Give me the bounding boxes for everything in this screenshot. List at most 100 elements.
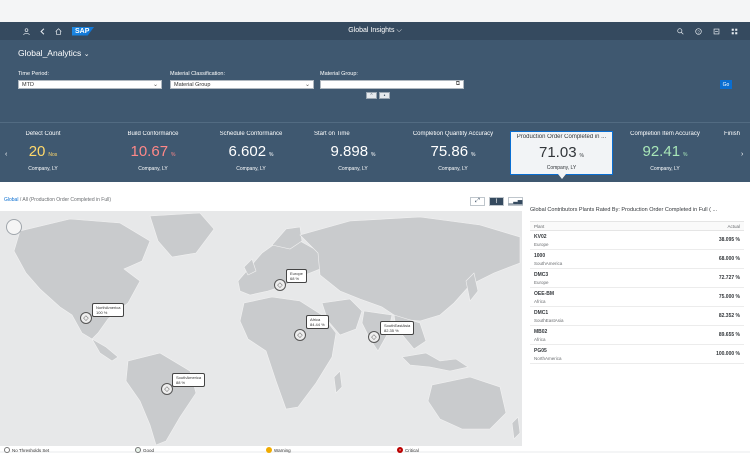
app-title-text: Global_Analytics bbox=[18, 48, 82, 58]
kpi-unit: Nos bbox=[48, 152, 58, 158]
kpi-tile-completion-quantity-accuracy[interactable]: Completion Quantity Accuracy 75.86% Comp… bbox=[408, 131, 498, 179]
kpi-number: 10.67 bbox=[130, 143, 169, 160]
plant-actual: 75.000 % bbox=[718, 294, 740, 300]
plant-region: SouthEastAsia bbox=[534, 317, 564, 323]
app-title[interactable]: Global_Analytics ⌄ bbox=[18, 48, 90, 58]
kpi-unit: % bbox=[471, 152, 476, 158]
map-marker-africa[interactable]: ◇ bbox=[294, 329, 306, 341]
kpi-tile-completion-item-accuracy[interactable]: Completion Item Accuracy 92.41% Company,… bbox=[624, 131, 706, 179]
table-row[interactable]: MB02 Africa 89.655 % bbox=[530, 326, 744, 345]
shell-bar: SAP Global Insights ⌵ ? bbox=[0, 22, 750, 40]
kpi-value: 75.86% bbox=[408, 143, 498, 160]
view-toolbar: ⤢ ⌇ ▁▃▅ bbox=[470, 197, 523, 206]
map-label-southamerica: SouthAmerica 88 % bbox=[172, 373, 206, 387]
diamond-icon: ◇ bbox=[274, 279, 286, 291]
table-row[interactable]: DMC3 Europe 72.727 % bbox=[530, 269, 744, 288]
map-icon: ⌇ bbox=[495, 199, 498, 205]
legend-label: Critical bbox=[405, 447, 419, 453]
filter-label-material-classification: Material Classification: bbox=[170, 71, 226, 77]
kpi-scroll-left-icon[interactable]: ‹ bbox=[5, 151, 7, 158]
kpi-tile-build-conformance[interactable]: Build Conformance 10.67% Company, LY bbox=[108, 131, 198, 179]
table-row[interactable]: 1000 SouthAmerica 68.000 % bbox=[530, 250, 744, 269]
user-icon[interactable] bbox=[18, 22, 34, 40]
panel-title: Global Contributors Plants Rated By: Pro… bbox=[530, 207, 718, 213]
kpi-subtitle: Company, LY bbox=[236, 166, 266, 172]
value-help-icon[interactable]: ⧉ bbox=[456, 81, 460, 88]
map-marker-northamerica[interactable]: ◇ bbox=[80, 312, 92, 324]
kpi-subtitle: Company, LY bbox=[338, 166, 368, 172]
warning-status-icon bbox=[266, 447, 272, 453]
pin-header-button[interactable]: • bbox=[379, 92, 390, 99]
shell-title-text: Global Insights bbox=[348, 27, 395, 34]
plant-name: DMC1 bbox=[534, 309, 549, 316]
notifications-icon[interactable] bbox=[708, 22, 724, 40]
fullscreen-button[interactable]: ⤢ bbox=[470, 197, 485, 206]
time-period-select[interactable]: MTD ⌄ bbox=[18, 80, 162, 89]
table-row[interactable]: OEE-BM Africa 75.000 % bbox=[530, 288, 744, 307]
plant-actual: 89.655 % bbox=[718, 332, 740, 338]
grid-icon[interactable] bbox=[726, 22, 742, 40]
help-icon[interactable]: ? bbox=[690, 22, 706, 40]
kpi-tile-production-order-completed[interactable]: Production Order Completed in ... 71.03%… bbox=[510, 131, 613, 179]
plant-actual: 82.352 % bbox=[718, 313, 740, 319]
home-icon[interactable] bbox=[50, 22, 66, 40]
shell-title[interactable]: Global Insights ⌵ bbox=[0, 27, 750, 35]
kpi-tile-defect-count[interactable]: Defect Count 20 Nos Company, LY bbox=[14, 131, 72, 179]
diamond-icon: ◇ bbox=[294, 329, 306, 341]
bar-chart-icon: ▁▃▅ bbox=[508, 199, 523, 205]
marker-value: 84.44 % bbox=[310, 322, 325, 327]
expand-icon: ⤢ bbox=[475, 198, 480, 204]
kpi-title: Completion Quantity Accuracy bbox=[412, 131, 494, 137]
kpi-scroll-right-icon[interactable]: › bbox=[741, 151, 743, 158]
plant-name: MB02 bbox=[534, 328, 548, 335]
breadcrumb-root-link[interactable]: Global bbox=[4, 197, 18, 203]
kpi-tile-start-on-time[interactable]: Start on Time 9.898% Company, LY bbox=[308, 131, 398, 179]
diamond-icon: ◇ bbox=[80, 312, 92, 324]
map-zoom-control[interactable] bbox=[6, 219, 22, 235]
plant-name: DMC3 bbox=[534, 271, 549, 278]
legend-label: Good bbox=[143, 447, 155, 453]
material-classification-select[interactable]: Material Group ⌄ bbox=[170, 80, 314, 89]
table-row[interactable]: PG05 NorthAmerica 100.000 % bbox=[530, 345, 744, 364]
marker-value: 82.35 % bbox=[384, 328, 399, 333]
plant-region: Africa bbox=[534, 298, 546, 304]
go-button[interactable]: Go bbox=[720, 80, 732, 89]
table-row[interactable]: KV02 Europe 38.095 % bbox=[530, 231, 744, 250]
map-label-southeastasia: SouthEastAsia 82.35 % bbox=[380, 321, 415, 335]
column-header-actual[interactable]: Actual bbox=[727, 224, 740, 229]
plant-name: 1000 bbox=[534, 252, 546, 259]
breadcrumb-current: All (Production Order Completed in Full) bbox=[22, 197, 112, 203]
plant-actual: 68.000 % bbox=[718, 256, 740, 262]
pin-icon: • bbox=[383, 92, 386, 99]
marker-value: 68 % bbox=[290, 276, 300, 281]
legend-good: Good bbox=[135, 447, 154, 453]
kpi-value: 20 Nos bbox=[14, 143, 72, 160]
table-row[interactable]: DMC1 SouthEastAsia 82.352 % bbox=[530, 307, 744, 326]
no-thresholds-icon bbox=[4, 447, 10, 453]
breadcrumb: Global / All (Production Order Completed… bbox=[4, 197, 111, 203]
column-header-plant[interactable]: Plant bbox=[534, 224, 544, 229]
kpi-number: 92.41 bbox=[642, 143, 681, 160]
world-map-svg bbox=[13, 212, 521, 446]
map-marker-europe[interactable]: ◇ bbox=[274, 279, 286, 291]
kpi-subtitle: Company, LY bbox=[650, 166, 680, 172]
search-icon[interactable] bbox=[672, 22, 688, 40]
collapse-header-button[interactable]: ⌃ bbox=[366, 92, 377, 99]
chart-view-button[interactable]: ▁▃▅ bbox=[508, 197, 523, 206]
map-marker-southeastasia[interactable]: ◇ bbox=[368, 331, 380, 343]
kpi-tile-schedule-conformance[interactable]: Schedule Conformance 6.602% Company, LY bbox=[208, 131, 294, 179]
world-map[interactable]: ◇ NorthAmerica 100 % ◇ Europe 68 % ◇ Afr… bbox=[0, 211, 522, 446]
back-icon[interactable] bbox=[34, 22, 50, 40]
svg-text:?: ? bbox=[697, 29, 700, 34]
kpi-unit: % bbox=[269, 152, 274, 158]
kpi-title: Schedule Conformance bbox=[219, 131, 283, 137]
map-view-button[interactable]: ⌇ bbox=[489, 197, 504, 206]
map-label-northamerica: NorthAmerica 100 % bbox=[92, 303, 125, 317]
chevron-down-icon: ⌄ bbox=[83, 51, 90, 58]
good-status-icon bbox=[135, 447, 141, 453]
kpi-title: Start on Time bbox=[314, 131, 350, 137]
plant-name: KV02 bbox=[534, 233, 547, 240]
plant-region: SouthAmerica bbox=[534, 260, 563, 266]
filter-header: Global_Analytics ⌄ Time Period: MTD ⌄ Ma… bbox=[0, 40, 750, 122]
material-group-input[interactable]: ⧉ bbox=[320, 80, 464, 89]
